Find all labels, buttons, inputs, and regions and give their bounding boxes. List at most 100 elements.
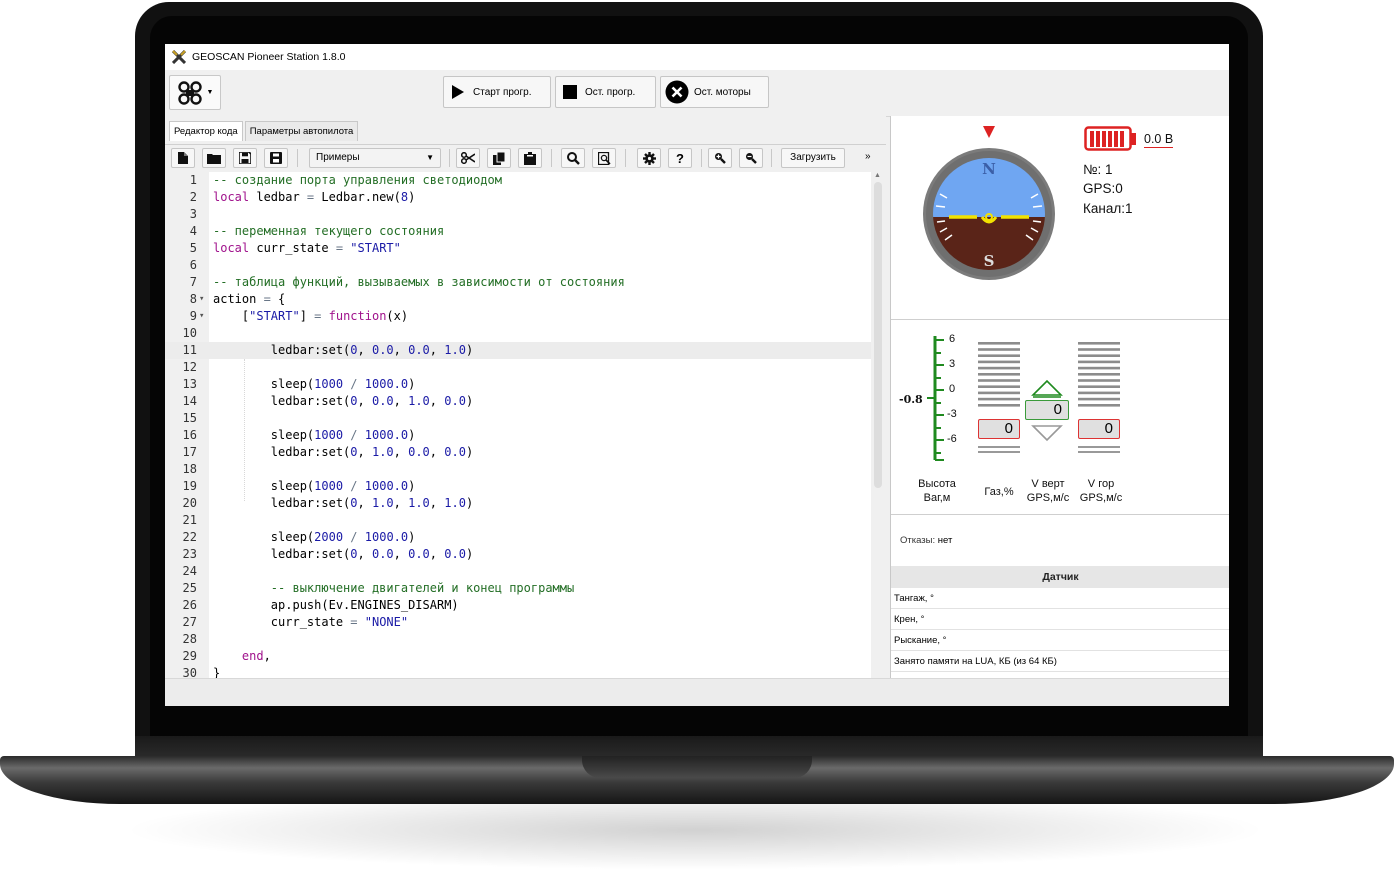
- drone-number: №: 1: [1083, 162, 1113, 177]
- gauge-segment: [1078, 354, 1120, 357]
- drone-select-button[interactable]: ▼: [169, 75, 221, 110]
- code-line[interactable]: 1 -- создание порта управления светодиодо…: [165, 172, 871, 189]
- scrollbar-thumb[interactable]: [874, 182, 882, 488]
- open-folder-button[interactable]: [202, 148, 226, 168]
- code-text: end,: [241, 649, 271, 663]
- compass-north-label: N: [982, 160, 996, 178]
- stop-program-label: Ост. прогр.: [585, 86, 636, 98]
- code-line[interactable]: 28: [165, 631, 871, 648]
- horizontal-speed-lower-bars: [1078, 444, 1120, 474]
- tab-autopilot-params[interactable]: Параметры автопилота: [244, 121, 359, 141]
- stop-icon: [563, 85, 577, 99]
- new-file-button[interactable]: [171, 148, 195, 168]
- code-text: -- переменная текущего состояния: [213, 224, 445, 238]
- code-line[interactable]: 22 sleep(2000 / 1000.0): [165, 529, 871, 546]
- code-line[interactable]: 3: [165, 206, 871, 223]
- line-number: 5: [189, 241, 197, 255]
- panel-divider: [891, 514, 1229, 515]
- code-editor-pane: Редактор кода Параметры автопилота Приме…: [165, 116, 886, 678]
- toolbar-overflow-button[interactable]: »: [865, 151, 871, 162]
- code-line[interactable]: 19 sleep(1000 / 1000.0): [165, 478, 871, 495]
- failures-value: нет: [937, 535, 953, 546]
- code-line[interactable]: 15: [165, 410, 871, 427]
- cut-button[interactable]: [456, 148, 480, 168]
- zoom-in-button[interactable]: [708, 148, 732, 168]
- code-line[interactable]: 23 ledbar:set(0, 0.0, 0.0, 0.0): [165, 546, 871, 563]
- code-line[interactable]: 18: [165, 461, 871, 478]
- settings-button[interactable]: [637, 148, 661, 168]
- code-text: }: [213, 666, 221, 678]
- fold-toggle-icon[interactable]: ▾: [199, 291, 204, 308]
- line-number: 22: [182, 530, 197, 544]
- code-line[interactable]: 11 ledbar:set(0, 0.0, 0.0, 1.0): [165, 342, 871, 359]
- help-icon[interactable]: ?: [668, 148, 692, 168]
- code-text: sleep(2000 / 1000.0): [213, 530, 416, 544]
- code-line[interactable]: 2 local ledbar = Ledbar.new(8): [165, 189, 871, 206]
- zoom-out-icon: [746, 153, 757, 164]
- stop-motors-button[interactable]: Ост. моторы: [660, 76, 769, 108]
- code-editor[interactable]: 1 -- создание порта управления светодиодо…: [165, 172, 871, 678]
- code-line[interactable]: 20 ledbar:set(0, 1.0, 1.0, 1.0): [165, 495, 871, 512]
- code-line[interactable]: 17 ledbar:set(0, 1.0, 0.0, 0.0): [165, 444, 871, 461]
- copy-button[interactable]: [487, 148, 511, 168]
- attitude-indicator: N S: [923, 126, 1055, 280]
- code-line[interactable]: 30}: [165, 665, 871, 678]
- code-line[interactable]: 14 ledbar:set(0, 0.0, 1.0, 0.0): [165, 393, 871, 410]
- gauge-segment: [978, 379, 1020, 382]
- gauge-segment: [978, 385, 1020, 388]
- find-replace-icon: [597, 151, 611, 165]
- table-row[interactable]: Рыскание, °: [891, 630, 1229, 651]
- tab-code-editor[interactable]: Редактор кода: [169, 121, 243, 141]
- code-text: ledbar:set(0, 0.0, 0.0, 0.0): [213, 547, 474, 561]
- fold-toggle-icon[interactable]: ▾: [199, 308, 204, 325]
- start-program-button[interactable]: Старт прогр.: [443, 76, 551, 108]
- table-row[interactable]: Крен, °: [891, 609, 1229, 630]
- save-as-button[interactable]: [264, 148, 288, 168]
- table-row[interactable]: Тангаж, °: [891, 588, 1229, 609]
- line-number: 24: [182, 564, 197, 578]
- line-number: 29: [182, 649, 197, 663]
- code-line[interactable]: 12: [165, 359, 871, 376]
- examples-dropdown[interactable]: Примеры ▼: [309, 148, 441, 168]
- title-bar: GEOSCAN Pioneer Station 1.8.0: [165, 44, 1229, 70]
- code-line[interactable]: 16 sleep(1000 / 1000.0): [165, 427, 871, 444]
- code-line[interactable]: 13 sleep(1000 / 1000.0): [165, 376, 871, 393]
- gauge-segment: [1078, 342, 1120, 345]
- code-line[interactable]: 4 -- переменная текущего состояния: [165, 223, 871, 240]
- code-line[interactable]: 26 ap.push(Ev.ENGINES_DISARM): [165, 597, 871, 614]
- table-row[interactable]: Занято памяти на LUA, КБ (из 64 КБ): [891, 651, 1229, 672]
- code-line[interactable]: 7 -- таблица функций, вызываемых в зависи…: [165, 274, 871, 291]
- line-number: 6: [189, 258, 197, 272]
- find-replace-button[interactable]: [592, 148, 616, 168]
- code-line[interactable]: 29 end,: [165, 648, 871, 665]
- line-number: 2: [189, 190, 197, 204]
- code-line[interactable]: 24: [165, 563, 871, 580]
- main-toolbar: ▼ Старт прогр. Ост. прогр. Ост. моторы: [165, 70, 1229, 117]
- throttle-lower-bars: [978, 444, 1020, 474]
- scroll-up-icon[interactable]: ▲: [874, 172, 881, 179]
- altitude-tick: -6: [947, 433, 957, 445]
- code-line[interactable]: 10: [165, 325, 871, 342]
- search-button[interactable]: [561, 148, 585, 168]
- code-line[interactable]: 21: [165, 512, 871, 529]
- vertical-speed-value: 0: [1025, 400, 1069, 420]
- code-line[interactable]: 6: [165, 257, 871, 274]
- zoom-out-button[interactable]: [739, 148, 763, 168]
- code-line[interactable]: 8 ▾ action = {: [165, 291, 871, 308]
- line-number: 30: [182, 666, 197, 678]
- editor-scrollbar[interactable]: ▲: [871, 172, 886, 678]
- code-line[interactable]: 25 -- выключение двигателей и конец прог…: [165, 580, 871, 597]
- line-number: 7: [189, 275, 197, 289]
- code-line[interactable]: 5 local curr_state = "START": [165, 240, 871, 257]
- save-button[interactable]: [233, 148, 257, 168]
- editor-toolbar: Примеры ▼ ? Загрузить »: [165, 144, 886, 171]
- gauge-segment: [1078, 360, 1120, 364]
- gauge-segment: [978, 342, 1020, 345]
- paste-button[interactable]: [518, 148, 542, 168]
- line-number: 27: [182, 615, 197, 629]
- code-line[interactable]: 9 ▾ ["START"] = function(x): [165, 308, 871, 325]
- code-line[interactable]: 27 curr_state = "NONE": [165, 614, 871, 631]
- upload-button[interactable]: Загрузить: [781, 148, 845, 168]
- stop-program-button[interactable]: Ост. прогр.: [555, 76, 656, 108]
- failures-line: Отказы: нет: [900, 535, 952, 546]
